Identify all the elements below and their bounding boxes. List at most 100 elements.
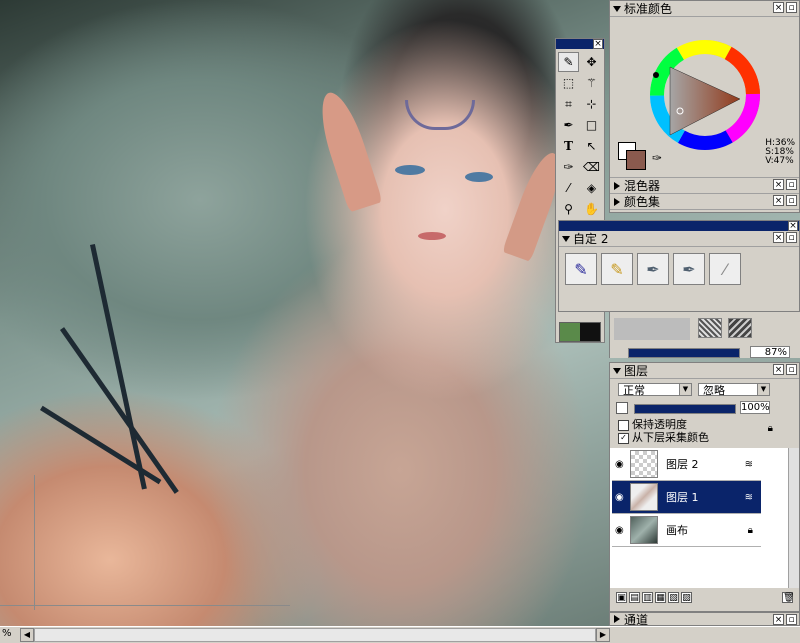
texture-icon[interactable] — [728, 318, 752, 338]
brush-variant-button[interactable]: ✎ — [565, 253, 597, 285]
layer-row-canvas[interactable]: ◉ 画布 🔒︎ — [612, 514, 761, 547]
close-icon[interactable]: × — [773, 179, 784, 190]
rect-select-tool[interactable]: ⬚ — [558, 73, 579, 93]
lips — [418, 232, 446, 240]
mixer-section-header[interactable]: 混色器 × ▫ — [610, 177, 799, 194]
layer-thumbnail — [630, 516, 658, 544]
magic-wand-tool[interactable]: ⚚ — [581, 73, 602, 93]
horizontal-scrollbar[interactable] — [34, 628, 596, 642]
brush-variant-button[interactable]: ⁄ — [709, 253, 741, 285]
close-icon[interactable]: × — [773, 2, 784, 13]
pick-underlying-row[interactable]: ✓ 从下层采集颜色 — [618, 431, 791, 444]
layer-action-icon[interactable]: ▧ — [668, 592, 679, 603]
layer-action-icon[interactable]: ▥ — [642, 592, 653, 603]
hand-tool[interactable]: ✋ — [581, 199, 602, 219]
layer-action-icon[interactable]: ▦ — [655, 592, 666, 603]
color-swatch-mini[interactable] — [559, 322, 601, 342]
pen-tool[interactable]: ✒ — [558, 115, 579, 135]
blend-mode-select[interactable]: 正常 ▼ — [618, 383, 692, 397]
swatches-section-header[interactable]: 颜色集 × ▫ — [610, 194, 799, 210]
menu-icon[interactable]: ▫ — [786, 614, 797, 625]
dropper-icon[interactable]: ✑ — [652, 151, 662, 165]
close-icon[interactable]: × — [788, 221, 798, 231]
crop-tool[interactable]: ⌗ — [558, 94, 579, 114]
texture-icon[interactable] — [698, 318, 722, 338]
collapse-triangle-icon[interactable] — [613, 5, 621, 12]
visibility-eye-icon[interactable]: ◉ — [615, 525, 624, 536]
visibility-eye-icon[interactable]: ◉ — [615, 492, 624, 503]
color-panel-titlebar[interactable]: 标准颜色 × ▫ — [610, 1, 799, 17]
palette-knife-icon: ⁄ — [723, 259, 727, 279]
close-icon[interactable]: × — [773, 364, 784, 375]
texture-preview[interactable] — [614, 318, 690, 340]
visibility-eye-icon[interactable]: ◉ — [615, 459, 624, 470]
menu-icon[interactable]: ▫ — [786, 195, 797, 206]
zoom-label: % — [2, 628, 12, 639]
eye-right — [465, 172, 493, 182]
close-icon[interactable]: × — [593, 39, 603, 49]
pick-underlying-checkbox[interactable]: ✓ — [618, 432, 629, 444]
collapse-triangle-icon[interactable] — [613, 367, 621, 374]
opacity-slider[interactable] — [628, 348, 740, 358]
custom-palette-header[interactable]: 自定 2 × ▫ — [559, 231, 799, 247]
move-tool[interactable]: ✥ — [581, 52, 602, 72]
text-icon: T — [564, 139, 573, 153]
menu-icon[interactable]: ▫ — [786, 232, 797, 243]
close-icon[interactable]: × — [773, 614, 784, 625]
tail-fin-spike — [60, 327, 179, 494]
transform-tool[interactable]: ⊹ — [581, 94, 602, 114]
preserve-transparency-label: 保持透明度 — [632, 418, 687, 431]
layer-action-icon[interactable]: ▨ — [681, 592, 692, 603]
menu-icon[interactable]: ▫ — [786, 364, 797, 375]
text-tool[interactable]: T — [558, 136, 579, 156]
preserve-transparency-row[interactable]: 保持透明度 — [618, 418, 791, 431]
menu-icon[interactable]: ▫ — [786, 2, 797, 13]
composite-select[interactable]: 忽略 ▼ — [698, 383, 770, 397]
channels-panel-header[interactable]: 通道 × ▫ — [610, 613, 799, 627]
trash-icon[interactable]: 🗑︎ — [782, 592, 794, 603]
canvas-edge-line — [0, 605, 290, 606]
layer-thumbnail — [630, 450, 658, 478]
eraser-tool[interactable]: ⌫ — [581, 157, 602, 177]
layer-row-1[interactable]: ◉ 图层 1 ≋ — [612, 481, 761, 514]
layers-panel-titlebar[interactable]: 图层 × ▫ — [610, 363, 799, 379]
brush-tool[interactable]: ✎ — [558, 52, 579, 72]
arrow-tool[interactable]: ↖ — [581, 136, 602, 156]
primary-color-swatch[interactable] — [626, 150, 646, 170]
layer-action-icon[interactable]: ▤ — [629, 592, 640, 603]
shape-tool[interactable]: □ — [581, 115, 602, 135]
dropper-tool[interactable]: ✑ — [558, 157, 579, 177]
scroll-left-icon[interactable]: ◀ — [20, 628, 34, 642]
scroll-right-icon[interactable]: ▶ — [596, 628, 610, 642]
preserve-transparency-checkbox[interactable] — [618, 419, 629, 431]
layer-action-icon[interactable]: ▣ — [616, 592, 627, 603]
toolbox-titlebar[interactable]: × — [556, 39, 604, 49]
blend-mode-value: 正常 — [623, 383, 645, 397]
hue-marker[interactable] — [653, 72, 659, 78]
canvas-edge-line — [34, 475, 35, 610]
brush-variant-button[interactable]: ✎ — [601, 253, 633, 285]
crop-icon: ⌗ — [565, 96, 572, 111]
picker-tool[interactable]: ⁄ — [558, 178, 579, 198]
menu-icon[interactable]: ▫ — [786, 179, 797, 190]
brush-variant-button[interactable]: ✒ — [673, 253, 705, 285]
close-icon[interactable]: × — [773, 232, 784, 243]
rect-select-icon: ⬚ — [562, 76, 575, 90]
expand-triangle-icon[interactable] — [614, 181, 620, 190]
bucket-tool[interactable]: ◈ — [581, 178, 602, 198]
layer-scrollbar[interactable] — [788, 448, 799, 588]
close-icon[interactable]: × — [773, 195, 784, 206]
layer-opacity-slider[interactable] — [634, 404, 736, 414]
bucket-icon: ◈ — [586, 181, 597, 195]
expand-triangle-icon[interactable] — [614, 615, 620, 623]
composite-value: 忽略 — [703, 383, 725, 397]
lock-icon[interactable]: 🔒︎ — [768, 422, 773, 435]
collapse-triangle-icon[interactable] — [562, 235, 570, 242]
expand-triangle-icon[interactable] — [614, 197, 620, 206]
magic-wand-icon: ⚚ — [586, 76, 597, 90]
layer-stack-icon: ≋ — [744, 491, 753, 503]
pen-nib-icon: ✒ — [646, 259, 660, 279]
brush-variant-button[interactable]: ✒ — [637, 253, 669, 285]
zoom-tool[interactable]: ⚲ — [558, 199, 579, 219]
layer-row-2[interactable]: ◉ 图层 2 ≋ — [612, 448, 761, 481]
